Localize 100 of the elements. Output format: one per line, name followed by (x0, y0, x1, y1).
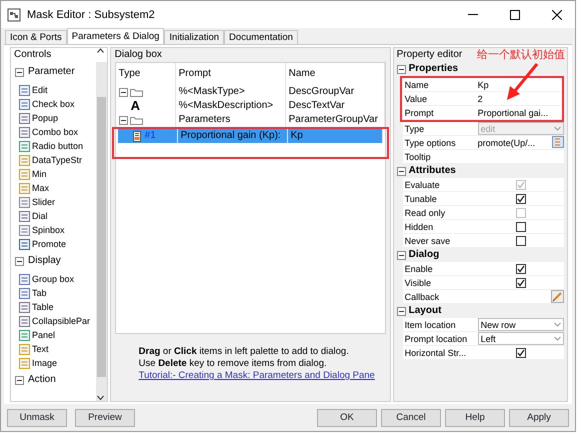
control-icon (19, 210, 30, 222)
table-cell: %<MaskDescription> (176, 99, 286, 113)
control-icon (19, 274, 30, 284)
section-label: Layout (408, 304, 442, 318)
checkbox[interactable] (516, 194, 526, 204)
control-icon (19, 344, 30, 354)
collapse-icon[interactable] (396, 166, 406, 176)
dialog-button[interactable]: Preview (75, 409, 135, 427)
palette-item[interactable]: Popup (15, 111, 96, 125)
item-number: #1 (144, 129, 156, 143)
collapse-icon[interactable] (118, 88, 128, 96)
tutorial-link[interactable]: Tutorial:- Creating a Mask: Parameters and Dialog Pane (138, 370, 375, 381)
close-icon (552, 10, 562, 20)
column-header: Name (286, 63, 385, 85)
palette-item[interactable]: Radio button (15, 139, 96, 153)
panel-title: Property editor (396, 48, 462, 62)
palette-item[interactable]: Dial (15, 209, 96, 223)
checkbox[interactable] (516, 278, 526, 288)
dialog-button[interactable]: Help (445, 409, 505, 427)
collapse-icon[interactable] (396, 64, 406, 74)
palette-item[interactable]: Group box (15, 272, 96, 286)
collapse-icon[interactable] (15, 376, 24, 384)
column-header: Prompt (176, 63, 286, 85)
control-icon (19, 238, 30, 250)
table-cell: %<MaskType> (176, 85, 286, 99)
table-row[interactable]: Parameters ParameterGroupVar (116, 113, 385, 127)
app-icon (7, 8, 21, 22)
collapse-icon[interactable] (396, 250, 406, 260)
scroll-down-icon[interactable] (96, 395, 105, 401)
collapse-icon[interactable] (15, 68, 24, 76)
control-icon (19, 224, 30, 236)
property-label: Name (404, 79, 430, 91)
dialog-button[interactable]: Unmask (7, 409, 67, 427)
palette-item[interactable]: DataTypeStr (15, 153, 96, 167)
folder-icon (130, 88, 143, 96)
window-title: Mask Editor : Subsystem2 (27, 8, 156, 22)
property-label: Never save (404, 235, 452, 247)
group-label: Parameter (28, 65, 75, 79)
tab[interactable]: Icon & Ports (5, 30, 67, 44)
section-label: Properties (408, 62, 458, 76)
property-value: Proportional gai... (478, 108, 548, 118)
property-value: 2 (478, 94, 483, 104)
property-label: Evaluate (404, 179, 441, 191)
control-icon (19, 126, 30, 138)
control-icon (19, 168, 30, 180)
property-value: promote(Up/... (478, 137, 536, 149)
palette-item[interactable]: Image (15, 356, 96, 370)
table-cell: DescTextVar (286, 99, 385, 113)
property-label: Callback (404, 291, 440, 303)
tab[interactable]: Initialization (164, 30, 224, 44)
dialog-button[interactable]: Apply (509, 409, 569, 427)
group-label: Action (28, 373, 56, 387)
palette-item[interactable]: Edit (15, 83, 96, 97)
palette-item[interactable]: Max (15, 181, 96, 195)
table-cell: ParameterGroupVar (286, 113, 385, 127)
text-type-label: A (130, 99, 140, 113)
annotation-text: 给一个默认初始值 (477, 48, 565, 62)
scroll-up-icon[interactable] (96, 48, 104, 53)
property-label: Tooltip (404, 151, 432, 163)
property-label: Read only (404, 207, 446, 219)
dropdown[interactable]: Left (478, 332, 564, 345)
checkbox[interactable] (516, 348, 526, 358)
help-text: Drag or Click items in left palette to add to dialog. (138, 346, 350, 358)
collapse-icon[interactable] (118, 116, 128, 124)
checkbox[interactable] (516, 236, 526, 246)
palette-item[interactable]: Check box (15, 97, 96, 111)
control-icon (19, 140, 30, 152)
control-icon (19, 84, 30, 96)
dropdown[interactable]: New row (478, 318, 564, 331)
control-icon (19, 182, 30, 194)
caret-icon (554, 336, 561, 341)
scrollbar-thumb[interactable] (96, 97, 106, 377)
checkbox[interactable] (516, 264, 526, 274)
palette-item[interactable]: Spinbox (15, 223, 96, 237)
table-cell: Kp (288, 129, 383, 143)
property-label: Hidden (404, 221, 434, 233)
tab[interactable]: Documentation (224, 30, 298, 44)
palette-item[interactable]: Text (15, 342, 96, 356)
palette-item[interactable]: Min (15, 167, 96, 181)
dialog-button[interactable]: Cancel (381, 409, 441, 427)
palette-item[interactable]: Tab (15, 286, 96, 300)
table-row[interactable]: %<MaskType> DescGroupVar (116, 85, 385, 99)
palette-item[interactable]: Combo box (15, 125, 96, 139)
palette-item[interactable]: Promote (15, 237, 96, 251)
section-label: Dialog (408, 248, 440, 262)
palette-item[interactable]: CollapsiblePar (15, 314, 96, 328)
table-row[interactable]: #1 Proportional gain (Kp): Kp (118, 129, 383, 143)
collapse-icon[interactable] (396, 306, 406, 316)
palette-item[interactable]: Slider (15, 195, 96, 209)
help-text: Use Delete key to remove items from dialog. (138, 358, 328, 370)
palette-item[interactable]: Table (15, 300, 96, 314)
collapse-icon[interactable] (15, 256, 24, 266)
checkbox[interactable] (516, 222, 526, 232)
caret-icon (554, 126, 561, 131)
palette-item[interactable]: Panel (15, 328, 96, 342)
panel-title: Dialog box (114, 48, 163, 62)
tab[interactable]: Parameters & Dialog (66, 28, 164, 44)
dialog-button[interactable]: OK (317, 409, 377, 427)
property-label: Horizontal Str... (404, 347, 468, 359)
table-row[interactable]: A %<MaskDescription> DescTextVar (116, 99, 385, 113)
